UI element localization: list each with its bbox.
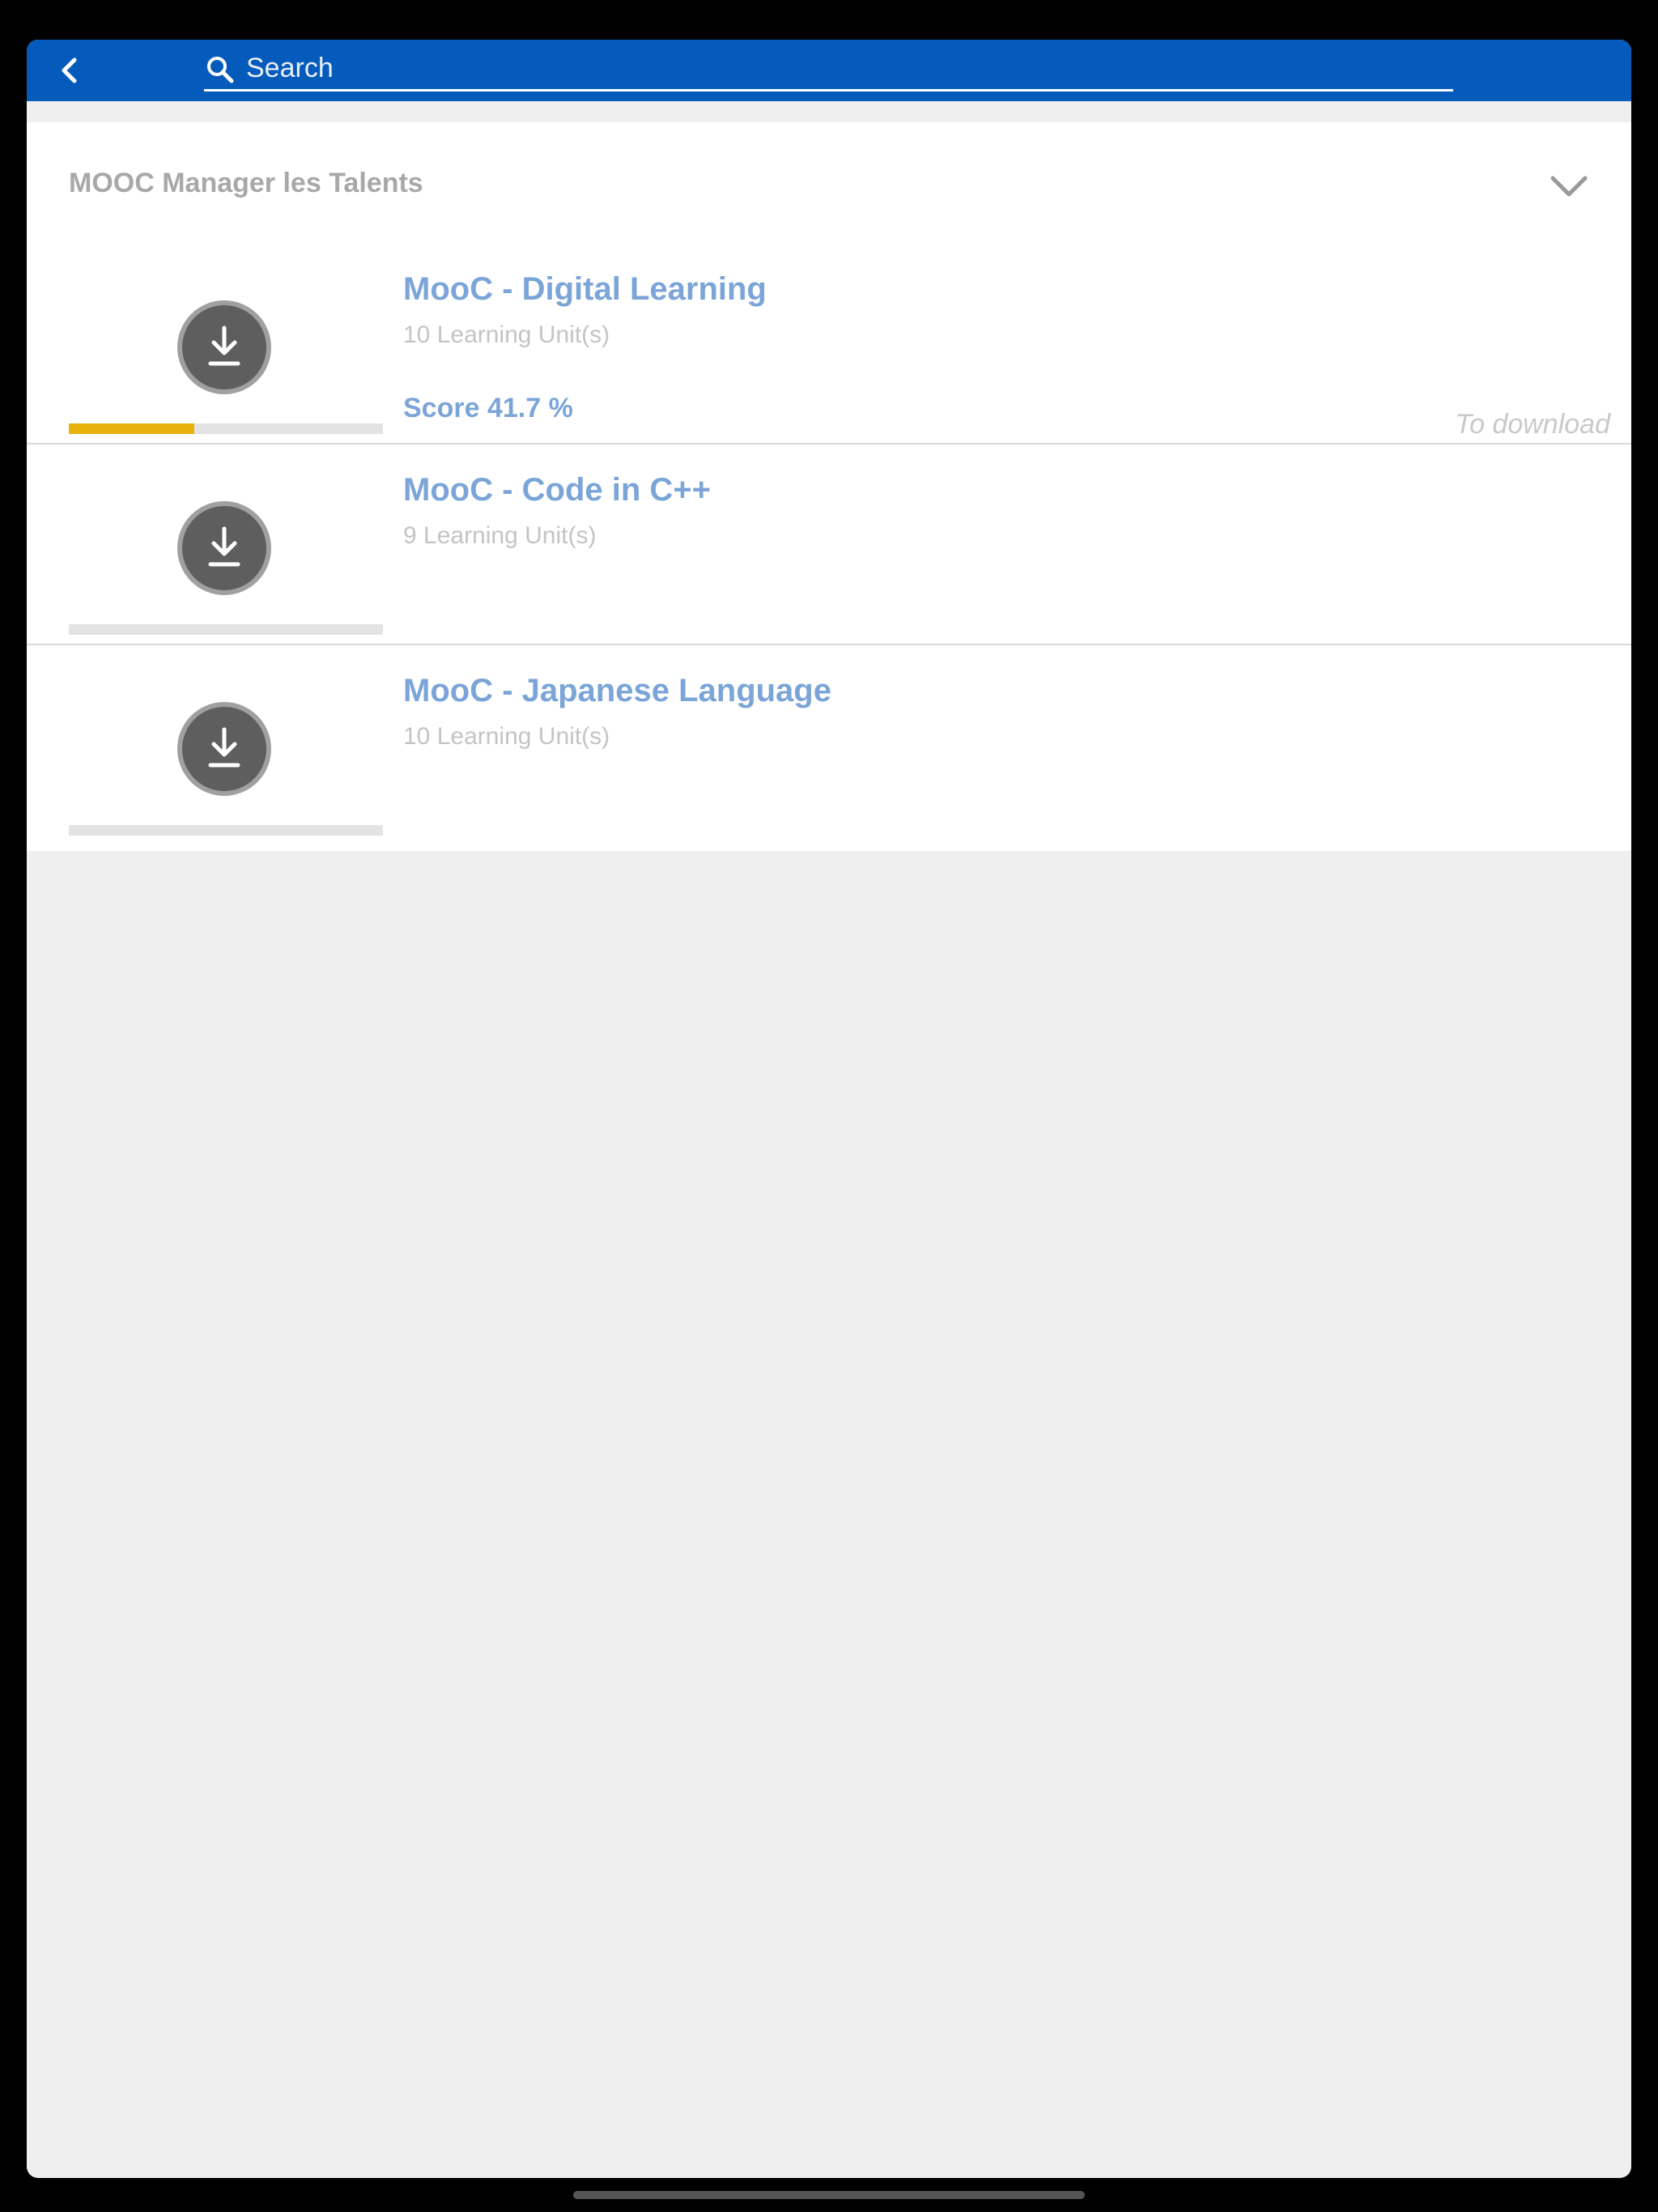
download-button[interactable] — [177, 501, 271, 595]
search-input[interactable] — [246, 48, 1444, 88]
course-row[interactable]: MooC - Digital Learning 10 Learning Unit… — [27, 244, 1631, 445]
course-title: MooC - Digital Learning — [403, 271, 767, 307]
download-button[interactable] — [177, 300, 271, 394]
back-button[interactable] — [49, 49, 91, 91]
search-icon — [207, 57, 234, 83]
course-title: MooC - Japanese Language — [403, 673, 831, 708]
search-bar[interactable] — [204, 40, 1453, 91]
progress-bar — [69, 624, 383, 635]
course-units: 10 Learning Unit(s) — [403, 321, 610, 348]
course-units: 9 Learning Unit(s) — [403, 522, 597, 549]
course-list-panel: MOOC Manager les Talents MooC - Digital … — [27, 122, 1631, 851]
course-score: Score 41.7 % — [403, 393, 573, 423]
course-units: 10 Learning Unit(s) — [403, 723, 610, 750]
progress-bar — [69, 825, 383, 836]
download-icon — [208, 727, 240, 768]
download-icon — [208, 325, 240, 366]
chevron-left-icon — [62, 57, 77, 83]
course-row[interactable]: MooC - Code in C++ 9 Learning Unit(s) — [27, 445, 1631, 645]
section-title: MOOC Manager les Talents — [69, 168, 423, 198]
course-title: MooC - Code in C++ — [403, 472, 711, 508]
chevron-down-icon[interactable] — [1549, 172, 1589, 200]
progress-bar — [69, 423, 383, 434]
progress-fill — [69, 423, 195, 434]
navigation-bar — [27, 40, 1631, 101]
home-indicator[interactable] — [573, 2191, 1085, 2199]
section-header[interactable]: MOOC Manager les Talents — [27, 122, 1631, 244]
course-row[interactable]: MooC - Japanese Language 10 Learning Uni… — [27, 645, 1631, 846]
course-status: To download — [1455, 409, 1610, 440]
download-button[interactable] — [177, 702, 271, 796]
download-icon — [208, 526, 240, 567]
app-screen: MOOC Manager les Talents MooC - Digital … — [27, 40, 1631, 2178]
